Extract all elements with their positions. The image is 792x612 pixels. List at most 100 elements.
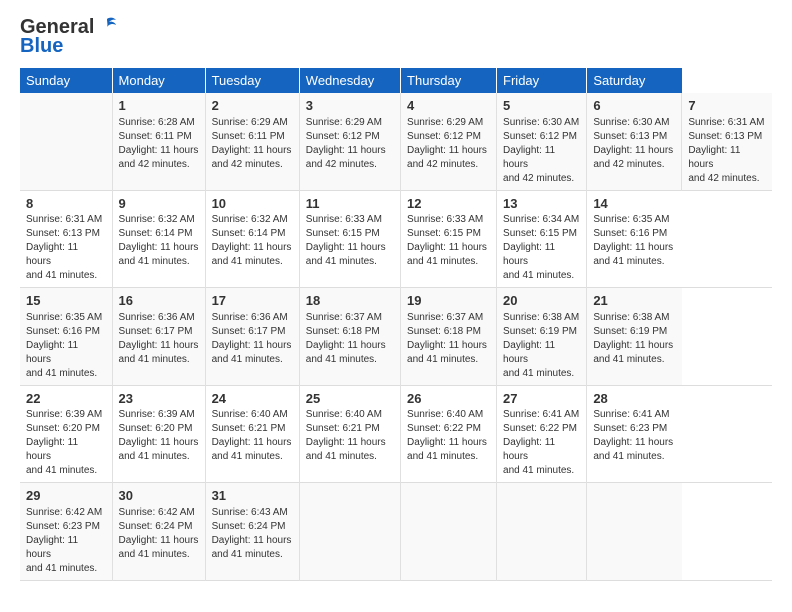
day-number: 31 — [212, 487, 293, 505]
calendar-cell — [497, 483, 587, 581]
day-number: 14 — [593, 195, 676, 213]
day-info: Sunrise: 6:29 AM Sunset: 6:12 PM Dayligh… — [407, 116, 490, 172]
day-number: 30 — [119, 487, 199, 505]
calendar-cell — [299, 483, 400, 581]
calendar-cell: 22Sunrise: 6:39 AM Sunset: 6:20 PM Dayli… — [20, 385, 112, 483]
day-info: Sunrise: 6:29 AM Sunset: 6:11 PM Dayligh… — [212, 116, 293, 172]
day-info: Sunrise: 6:35 AM Sunset: 6:16 PM Dayligh… — [26, 311, 106, 381]
page: General Blue SundayMondayTuesdayWednesda… — [0, 0, 792, 612]
logo-blue: Blue — [20, 35, 63, 58]
day-info: Sunrise: 6:33 AM Sunset: 6:15 PM Dayligh… — [407, 213, 490, 269]
col-header-wednesday: Wednesday — [299, 68, 400, 93]
day-info: Sunrise: 6:40 AM Sunset: 6:21 PM Dayligh… — [306, 408, 394, 464]
calendar: SundayMondayTuesdayWednesdayThursdayFrid… — [20, 68, 772, 581]
day-info: Sunrise: 6:41 AM Sunset: 6:23 PM Dayligh… — [593, 408, 676, 464]
calendar-cell: 17Sunrise: 6:36 AM Sunset: 6:17 PM Dayli… — [205, 288, 299, 386]
calendar-cell: 27Sunrise: 6:41 AM Sunset: 6:22 PM Dayli… — [497, 385, 587, 483]
day-number: 22 — [26, 390, 106, 408]
col-header-sunday: Sunday — [20, 68, 112, 93]
day-number: 7 — [688, 97, 766, 115]
calendar-cell: 21Sunrise: 6:38 AM Sunset: 6:19 PM Dayli… — [587, 288, 682, 386]
logo: General Blue — [20, 16, 118, 58]
week-row-5: 29Sunrise: 6:42 AM Sunset: 6:23 PM Dayli… — [20, 483, 772, 581]
day-number: 27 — [503, 390, 580, 408]
day-number: 12 — [407, 195, 490, 213]
day-info: Sunrise: 6:41 AM Sunset: 6:22 PM Dayligh… — [503, 408, 580, 478]
day-info: Sunrise: 6:42 AM Sunset: 6:23 PM Dayligh… — [26, 506, 106, 576]
calendar-cell — [587, 483, 682, 581]
day-info: Sunrise: 6:31 AM Sunset: 6:13 PM Dayligh… — [26, 213, 106, 283]
calendar-cell: 11Sunrise: 6:33 AM Sunset: 6:15 PM Dayli… — [299, 190, 400, 288]
day-info: Sunrise: 6:32 AM Sunset: 6:14 PM Dayligh… — [119, 213, 199, 269]
header: General Blue — [20, 16, 772, 58]
day-info: Sunrise: 6:29 AM Sunset: 6:12 PM Dayligh… — [306, 116, 394, 172]
calendar-header-row: SundayMondayTuesdayWednesdayThursdayFrid… — [20, 68, 772, 93]
day-number: 1 — [119, 97, 199, 115]
col-header-tuesday: Tuesday — [205, 68, 299, 93]
calendar-cell: 18Sunrise: 6:37 AM Sunset: 6:18 PM Dayli… — [299, 288, 400, 386]
day-number: 4 — [407, 97, 490, 115]
calendar-cell: 1Sunrise: 6:28 AM Sunset: 6:11 PM Daylig… — [112, 93, 205, 190]
day-number: 15 — [26, 292, 106, 310]
day-info: Sunrise: 6:36 AM Sunset: 6:17 PM Dayligh… — [119, 311, 199, 367]
day-number: 25 — [306, 390, 394, 408]
calendar-cell: 3Sunrise: 6:29 AM Sunset: 6:12 PM Daylig… — [299, 93, 400, 190]
day-number: 8 — [26, 195, 106, 213]
day-info: Sunrise: 6:37 AM Sunset: 6:18 PM Dayligh… — [306, 311, 394, 367]
day-info: Sunrise: 6:30 AM Sunset: 6:12 PM Dayligh… — [503, 116, 580, 186]
day-info: Sunrise: 6:33 AM Sunset: 6:15 PM Dayligh… — [306, 213, 394, 269]
day-number: 24 — [212, 390, 293, 408]
col-header-friday: Friday — [497, 68, 587, 93]
day-info: Sunrise: 6:37 AM Sunset: 6:18 PM Dayligh… — [407, 311, 490, 367]
calendar-cell: 28Sunrise: 6:41 AM Sunset: 6:23 PM Dayli… — [587, 385, 682, 483]
day-number: 21 — [593, 292, 676, 310]
day-info: Sunrise: 6:38 AM Sunset: 6:19 PM Dayligh… — [593, 311, 676, 367]
day-number: 5 — [503, 97, 580, 115]
calendar-cell: 30Sunrise: 6:42 AM Sunset: 6:24 PM Dayli… — [112, 483, 205, 581]
day-info: Sunrise: 6:40 AM Sunset: 6:22 PM Dayligh… — [407, 408, 490, 464]
calendar-cell: 4Sunrise: 6:29 AM Sunset: 6:12 PM Daylig… — [401, 93, 497, 190]
calendar-cell: 20Sunrise: 6:38 AM Sunset: 6:19 PM Dayli… — [497, 288, 587, 386]
day-info: Sunrise: 6:31 AM Sunset: 6:13 PM Dayligh… — [688, 116, 766, 186]
day-info: Sunrise: 6:38 AM Sunset: 6:19 PM Dayligh… — [503, 311, 580, 381]
day-info: Sunrise: 6:39 AM Sunset: 6:20 PM Dayligh… — [26, 408, 106, 478]
calendar-cell: 13Sunrise: 6:34 AM Sunset: 6:15 PM Dayli… — [497, 190, 587, 288]
day-number: 20 — [503, 292, 580, 310]
day-number: 11 — [306, 195, 394, 213]
calendar-cell: 26Sunrise: 6:40 AM Sunset: 6:22 PM Dayli… — [401, 385, 497, 483]
week-row-4: 22Sunrise: 6:39 AM Sunset: 6:20 PM Dayli… — [20, 385, 772, 483]
calendar-cell: 7Sunrise: 6:31 AM Sunset: 6:13 PM Daylig… — [682, 93, 772, 190]
calendar-cell: 15Sunrise: 6:35 AM Sunset: 6:16 PM Dayli… — [20, 288, 112, 386]
calendar-cell: 8Sunrise: 6:31 AM Sunset: 6:13 PM Daylig… — [20, 190, 112, 288]
day-info: Sunrise: 6:28 AM Sunset: 6:11 PM Dayligh… — [119, 116, 199, 172]
day-number: 13 — [503, 195, 580, 213]
day-info: Sunrise: 6:30 AM Sunset: 6:13 PM Dayligh… — [593, 116, 675, 172]
day-number: 10 — [212, 195, 293, 213]
week-row-1: 1Sunrise: 6:28 AM Sunset: 6:11 PM Daylig… — [20, 93, 772, 190]
calendar-cell — [20, 93, 112, 190]
day-info: Sunrise: 6:40 AM Sunset: 6:21 PM Dayligh… — [212, 408, 293, 464]
calendar-cell: 12Sunrise: 6:33 AM Sunset: 6:15 PM Dayli… — [401, 190, 497, 288]
day-info: Sunrise: 6:43 AM Sunset: 6:24 PM Dayligh… — [212, 506, 293, 562]
day-number: 23 — [119, 390, 199, 408]
calendar-cell: 16Sunrise: 6:36 AM Sunset: 6:17 PM Dayli… — [112, 288, 205, 386]
week-row-2: 8Sunrise: 6:31 AM Sunset: 6:13 PM Daylig… — [20, 190, 772, 288]
calendar-cell: 10Sunrise: 6:32 AM Sunset: 6:14 PM Dayli… — [205, 190, 299, 288]
calendar-cell: 5Sunrise: 6:30 AM Sunset: 6:12 PM Daylig… — [497, 93, 587, 190]
day-number: 3 — [306, 97, 394, 115]
day-number: 28 — [593, 390, 676, 408]
day-number: 16 — [119, 292, 199, 310]
day-info: Sunrise: 6:36 AM Sunset: 6:17 PM Dayligh… — [212, 311, 293, 367]
day-info: Sunrise: 6:39 AM Sunset: 6:20 PM Dayligh… — [119, 408, 199, 464]
calendar-cell: 31Sunrise: 6:43 AM Sunset: 6:24 PM Dayli… — [205, 483, 299, 581]
col-header-thursday: Thursday — [401, 68, 497, 93]
day-number: 17 — [212, 292, 293, 310]
calendar-cell: 25Sunrise: 6:40 AM Sunset: 6:21 PM Dayli… — [299, 385, 400, 483]
col-header-monday: Monday — [112, 68, 205, 93]
calendar-cell: 23Sunrise: 6:39 AM Sunset: 6:20 PM Dayli… — [112, 385, 205, 483]
day-number: 9 — [119, 195, 199, 213]
day-info: Sunrise: 6:34 AM Sunset: 6:15 PM Dayligh… — [503, 213, 580, 283]
week-row-3: 15Sunrise: 6:35 AM Sunset: 6:16 PM Dayli… — [20, 288, 772, 386]
day-info: Sunrise: 6:42 AM Sunset: 6:24 PM Dayligh… — [119, 506, 199, 562]
day-number: 29 — [26, 487, 106, 505]
